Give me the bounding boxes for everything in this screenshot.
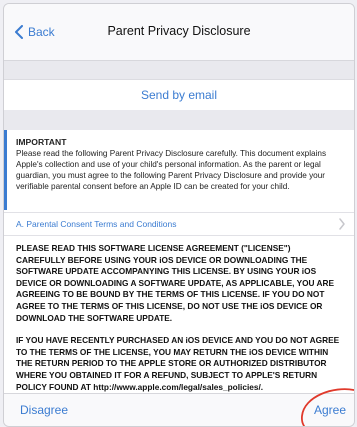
important-accent-bar [4,130,7,210]
send-by-email-button[interactable]: Send by email [4,79,354,111]
important-body: Please read the following Parent Privacy… [16,149,327,191]
license-paragraph-2: IF YOU HAVE RECENTLY PURCHASED AN iOS DE… [16,335,340,392]
device-screen: Back Parent Privacy Disclosure Send by e… [3,3,355,427]
agree-button[interactable]: Agree [314,403,346,417]
disclosure-content[interactable]: IMPORTANT Please read the following Pare… [4,130,354,394]
parental-consent-terms-link[interactable]: A. Parental Consent Terms and Conditions [4,212,354,236]
chevron-right-icon [339,218,345,230]
disagree-button[interactable]: Disagree [20,403,68,417]
important-heading: IMPORTANT [16,137,67,147]
terms-link-label: A. Parental Consent Terms and Conditions [16,219,177,229]
bottom-toolbar: Disagree Agree [4,393,354,426]
navigation-bar: Back Parent Privacy Disclosure [4,4,354,61]
software-license-text: PLEASE READ THIS SOFTWARE LICENSE AGREEM… [16,243,342,394]
page-title: Parent Privacy Disclosure [107,24,251,38]
important-notice: IMPORTANT Please read the following Pare… [16,137,342,192]
license-paragraph-1: PLEASE READ THIS SOFTWARE LICENSE AGREEM… [16,243,335,323]
section-gap [4,61,354,79]
section-gap [4,110,354,130]
